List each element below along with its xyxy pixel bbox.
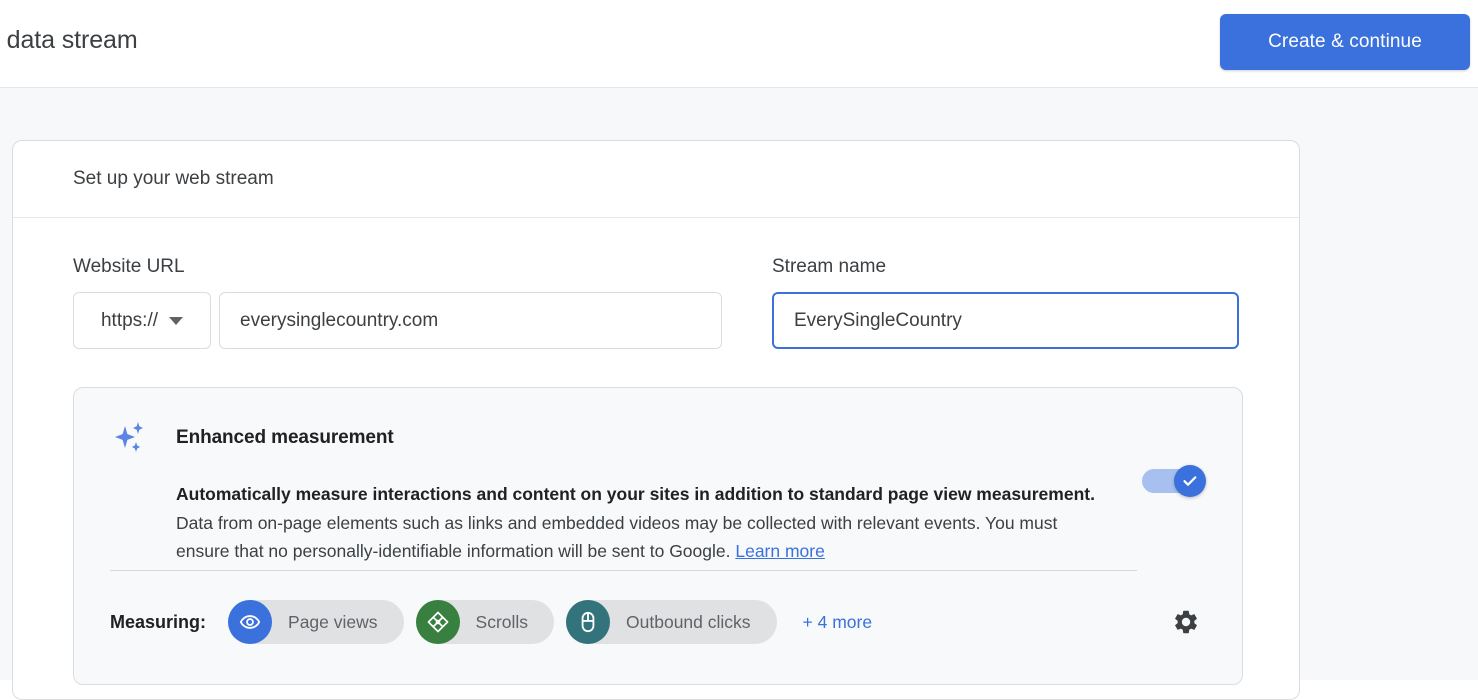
sparkle-icon	[112, 418, 152, 458]
chip-scrolls[interactable]: Scrolls	[415, 600, 555, 644]
chip-label: Scrolls	[475, 611, 529, 632]
url-scheme-value: https://	[100, 309, 159, 331]
stream-name-inputs	[772, 292, 1239, 349]
app-header: p data stream Create & continue	[0, 0, 1478, 88]
description-lead: Automatically measure interactions and c…	[176, 484, 1095, 504]
description-rest: Data from on-page elements such as links…	[176, 512, 1058, 562]
check-icon	[1183, 476, 1197, 486]
toggle-thumb	[1174, 465, 1206, 497]
card-body: Website URL https:// Stream name	[13, 218, 1299, 685]
url-scheme-select[interactable]: https://	[73, 292, 211, 349]
stream-name-label: Stream name	[772, 256, 887, 277]
setup-card: Set up your web stream Website URL https…	[12, 140, 1300, 700]
enhanced-measurement-panel: Enhanced measurement Automatically measu…	[73, 387, 1243, 685]
create-and-continue-button[interactable]: Create & continue	[1220, 14, 1470, 70]
enhanced-measurement-toggle[interactable]	[1142, 465, 1206, 497]
fields-row: Website URL https:// Stream name	[73, 256, 1239, 349]
more-events-link[interactable]: + 4 more	[803, 612, 873, 633]
stream-name-input[interactable]	[772, 292, 1239, 349]
enhanced-measurement-body: Automatically measure interactions and c…	[110, 480, 1110, 566]
chevron-down-icon	[169, 316, 184, 325]
stream-name-group: Stream name	[772, 256, 1239, 349]
move-icon	[415, 600, 460, 644]
enhanced-measurement-title: Enhanced measurement	[176, 427, 394, 448]
learn-more-link[interactable]: Learn more	[735, 541, 825, 561]
panel-divider	[110, 570, 1137, 571]
website-url-input[interactable]	[219, 292, 722, 349]
website-url-inputs: https://	[73, 292, 722, 349]
website-url-group: Website URL https://	[73, 256, 722, 349]
card-header: Set up your web stream	[13, 141, 1299, 218]
gear-icon[interactable]	[1164, 600, 1208, 644]
measuring-row: Measuring: Page views Scrolls Outbound c…	[110, 600, 1208, 644]
mouse-icon	[566, 600, 611, 644]
enhanced-measurement-header: Enhanced measurement	[110, 418, 1206, 458]
chip-page-views[interactable]: Page views	[228, 600, 404, 644]
chip-label: Outbound clicks	[626, 611, 751, 632]
card-title: Set up your web stream	[73, 168, 274, 189]
measuring-label: Measuring:	[110, 611, 207, 632]
website-url-label: Website URL	[73, 256, 185, 277]
chip-label: Page views	[288, 611, 378, 632]
enhanced-measurement-description: Automatically measure interactions and c…	[176, 480, 1110, 566]
chip-outbound-clicks[interactable]: Outbound clicks	[566, 600, 777, 644]
page-title: p data stream	[0, 26, 138, 54]
eye-icon	[228, 600, 273, 644]
page-body: Set up your web stream Website URL https…	[0, 88, 1478, 700]
